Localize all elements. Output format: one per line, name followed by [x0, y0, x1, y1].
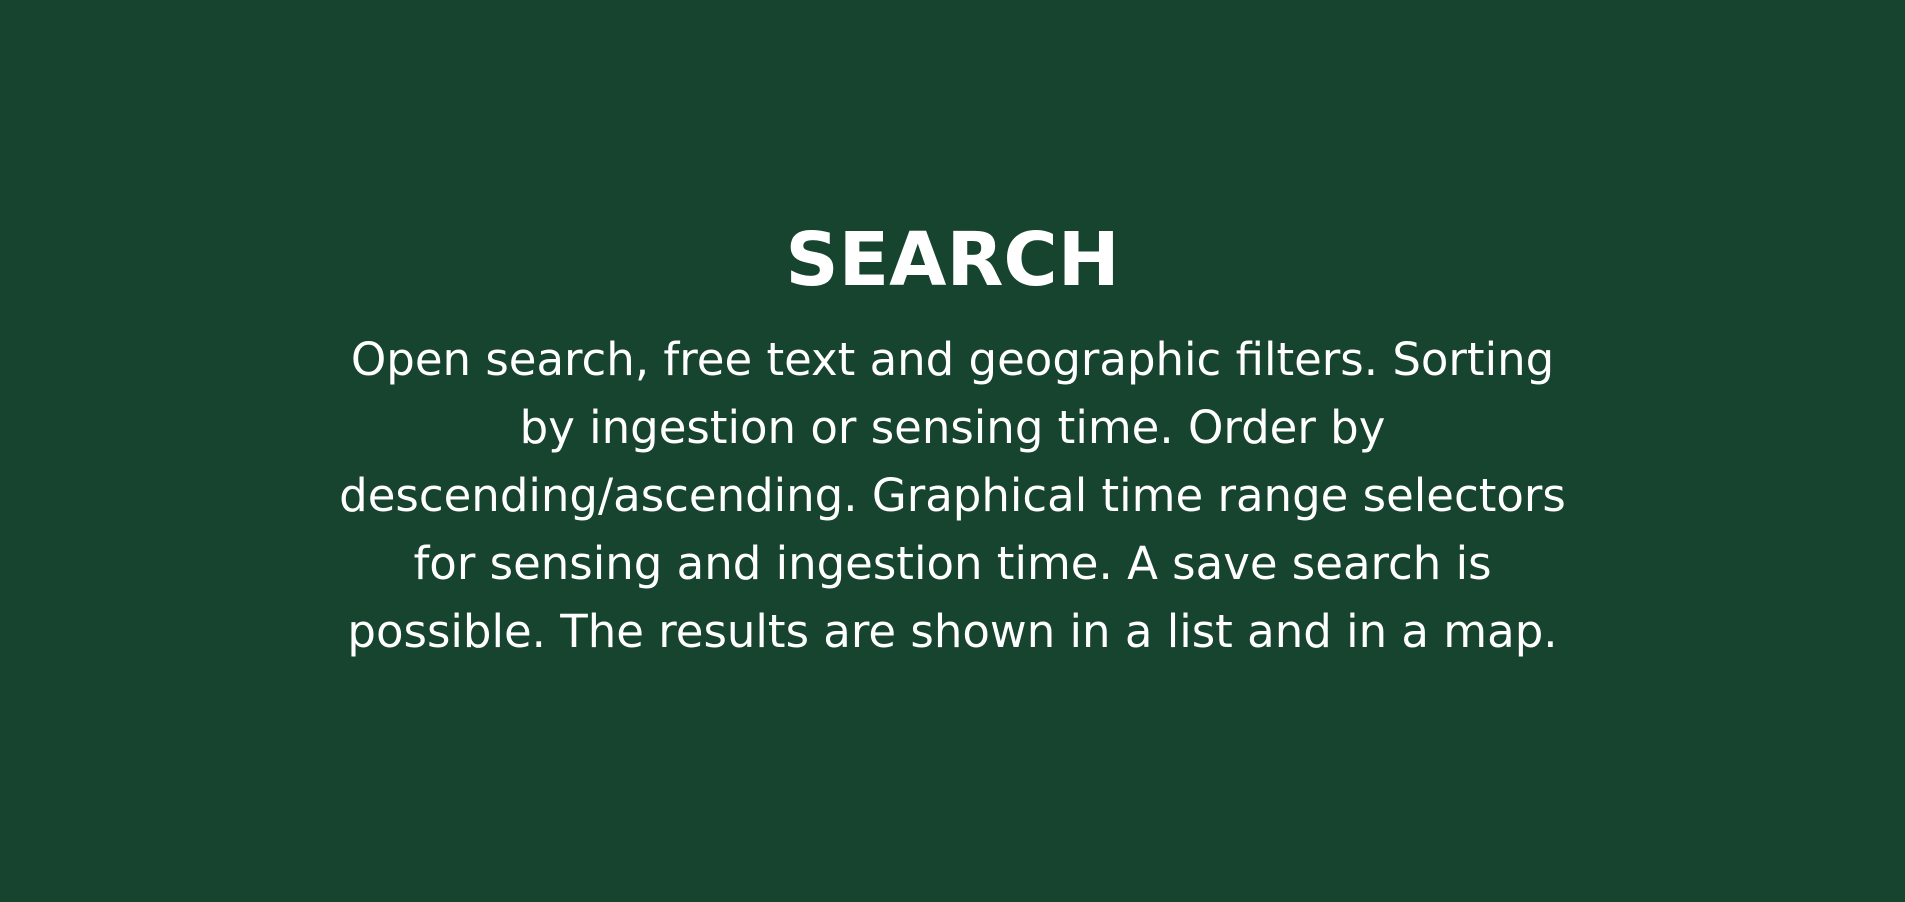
panel-content: SEARCH Open search, free text and geogra…: [0, 214, 1905, 666]
search-feature-panel: SEARCH Open search, free text and geogra…: [0, 0, 1905, 902]
feature-title: SEARCH: [785, 217, 1120, 303]
feature-description: Open search, free text and geographic fi…: [339, 333, 1566, 658]
